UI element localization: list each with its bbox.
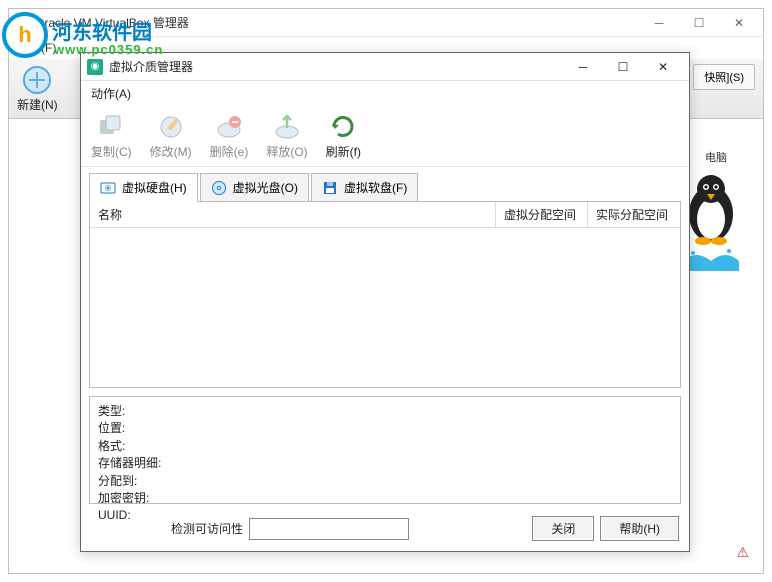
sidebar-vm-penguin[interactable]: 电脑 [681,149,751,269]
release-icon [271,111,303,143]
hard-disk-icon [100,180,116,196]
menu-file[interactable]: 控制(F) [17,41,56,55]
detail-encryption: 加密密钥: [98,490,672,507]
refresh-label: 刷新(f) [326,143,361,160]
new-icon [21,64,53,96]
tab-floppy-disk[interactable]: 虚拟软盘(F) [311,173,418,201]
column-name[interactable]: 名称 [90,202,496,227]
new-label: 新建(N) [17,96,58,113]
copy-icon [95,111,127,143]
tab-hard-disk[interactable]: 虚拟硬盘(H) [89,173,198,202]
remove-button[interactable]: 删除(e) [210,111,249,160]
tab-hdd-label: 虚拟硬盘(H) [122,179,187,196]
column-actual-size[interactable]: 实际分配空间 [588,202,680,227]
main-title: Oracle VM VirtualBox 管理器 [35,14,639,31]
release-label: 释放(O) [266,143,307,160]
dialog-footer: 检测可访问性 关闭 帮助(H) [81,508,689,551]
dialog-tabs: 虚拟硬盘(H) 虚拟光盘(O) 虚拟软盘(F) [81,167,689,201]
modify-icon [155,111,187,143]
tab-cd-label: 虚拟光盘(O) [233,179,298,196]
penguin-icon [681,169,741,249]
list-header: 名称 虚拟分配空间 实际分配空间 [90,202,680,228]
detail-attached: 分配到: [98,473,672,490]
new-vm-button[interactable]: 新建(N) [17,64,58,113]
accessibility-progress [249,518,409,540]
tab-optical-disk[interactable]: 虚拟光盘(O) [200,173,309,201]
accessibility-label: 检测可访问性 [171,520,243,537]
dialog-titlebar: ◉ 虚拟介质管理器 ─ ☐ ✕ [81,53,689,81]
copy-label: 复制(C) [91,143,132,160]
refresh-button[interactable]: 刷新(f) [326,111,361,160]
column-virtual-size[interactable]: 虚拟分配空间 [496,202,588,227]
help-button[interactable]: 帮助(H) [600,516,679,541]
dialog-close-button[interactable]: ✕ [643,54,683,80]
copy-button[interactable]: 复制(C) [91,111,132,160]
dialog-minimize-button[interactable]: ─ [563,54,603,80]
modify-button[interactable]: 修改(M) [150,111,192,160]
floppy-disk-icon [322,180,338,196]
detail-storage: 存储器明细: [98,455,672,472]
water-splash-icon [681,243,741,273]
media-manager-dialog: ◉ 虚拟介质管理器 ─ ☐ ✕ 动作(A) 复制(C) 修改(M) 删除(e) … [80,52,690,552]
maximize-button[interactable]: ☐ [679,9,719,37]
media-manager-icon: ◉ [87,59,103,75]
dialog-menubar: 动作(A) [81,81,689,105]
remove-icon [213,111,245,143]
optical-disk-icon [211,180,227,196]
dialog-title: 虚拟介质管理器 [109,58,563,75]
dialog-toolbar: 复制(C) 修改(M) 删除(e) 释放(O) 刷新(f) [81,105,689,167]
tab-fd-label: 虚拟软盘(F) [344,179,407,196]
detail-type: 类型: [98,403,672,420]
dialog-maximize-button[interactable]: ☐ [603,54,643,80]
details-panel: 类型: 位置: 格式: 存储器明细: 分配到: 加密密钥: UUID: [89,396,681,504]
virtualbox-icon [13,15,29,31]
menu-action[interactable]: 动作(A) [91,87,131,101]
modify-label: 修改(M) [150,143,192,160]
close-button[interactable]: ✕ [719,9,759,37]
sidebar-vm-label: 电脑 [681,149,751,165]
close-dialog-button[interactable]: 关闭 [532,516,594,541]
main-titlebar: Oracle VM VirtualBox 管理器 ─ ☐ ✕ [9,9,763,37]
release-button[interactable]: 释放(O) [266,111,307,160]
media-list: 名称 虚拟分配空间 实际分配空间 [89,201,681,388]
status-warning-icon: ⚠ [736,544,749,561]
detail-format: 格式: [98,438,672,455]
snapshot-button[interactable]: 快照](S) [693,64,755,90]
list-body[interactable] [90,228,680,387]
remove-label: 删除(e) [210,143,249,160]
main-window-controls: ─ ☐ ✕ [639,9,759,37]
dialog-window-controls: ─ ☐ ✕ [563,54,683,80]
minimize-button[interactable]: ─ [639,9,679,37]
main-right-toolbar: 快照](S) [693,64,755,90]
detail-location: 位置: [98,420,672,437]
refresh-icon [327,111,359,143]
